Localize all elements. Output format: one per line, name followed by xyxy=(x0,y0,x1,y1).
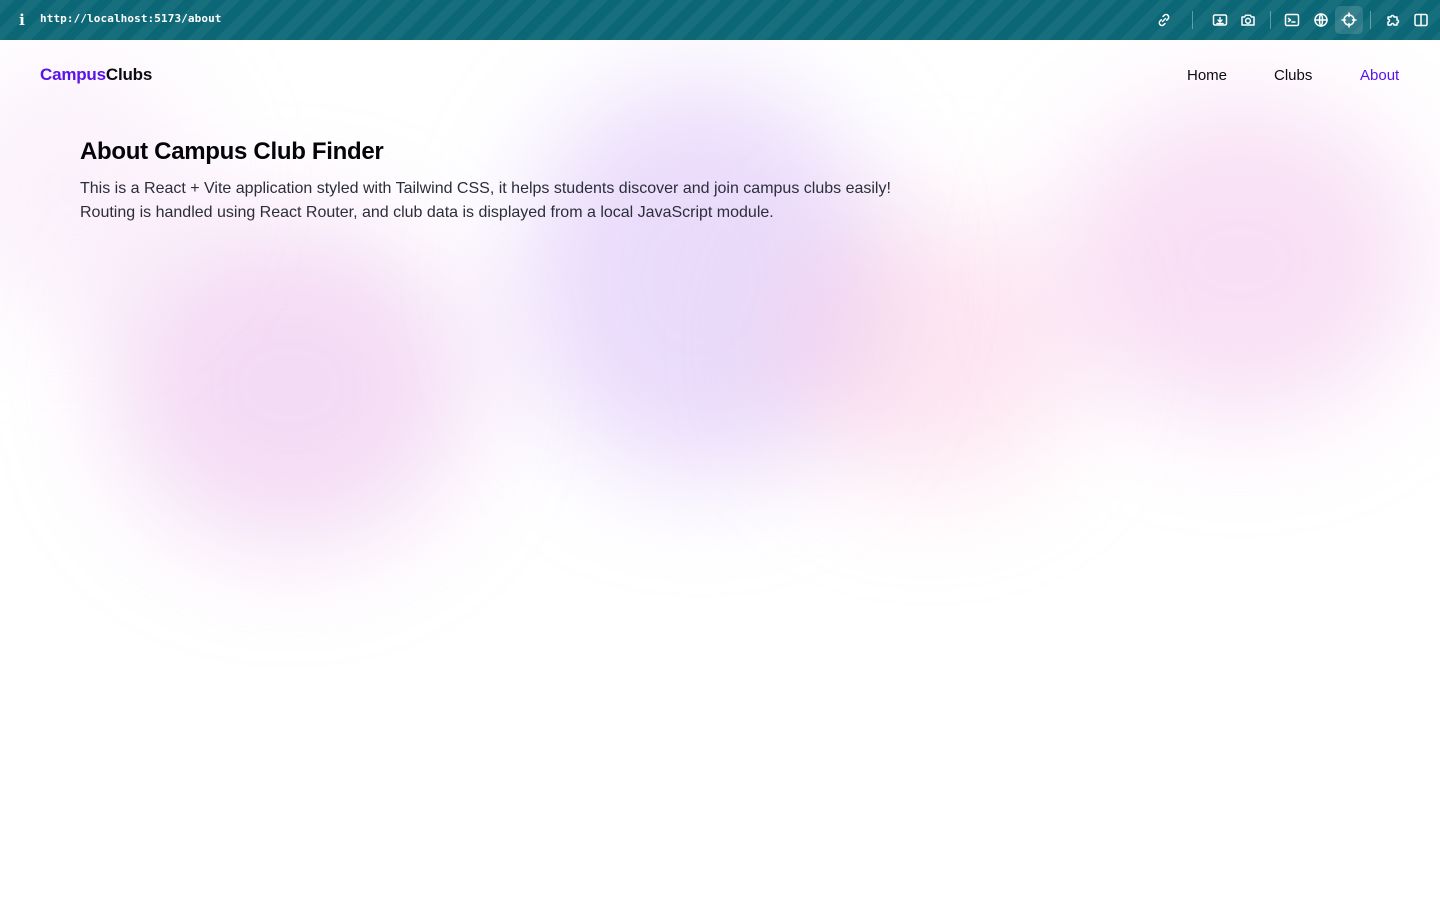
description-line-1: This is a React + Vite application style… xyxy=(80,180,891,197)
page-title: About Campus Club Finder xyxy=(80,138,384,165)
background-glow xyxy=(110,220,470,550)
site-logo[interactable]: CampusClubs xyxy=(40,65,152,85)
page: CampusClubs Home Clubs About About Campu… xyxy=(0,40,1440,900)
split-view-icon[interactable] xyxy=(1411,10,1431,30)
logo-campus: Campus xyxy=(40,65,106,84)
crosshair-icon[interactable] xyxy=(1339,10,1359,30)
browser-toolbar: i http://localhost:5173/about xyxy=(0,0,1440,40)
extension-icon[interactable] xyxy=(1383,10,1403,30)
background-glow xyxy=(780,210,1080,490)
about-description: This is a React + Vite application style… xyxy=(80,177,960,225)
link-icon[interactable] xyxy=(1154,10,1174,30)
nav-link-about[interactable]: About xyxy=(1360,67,1399,84)
toolbar-divider xyxy=(1192,11,1193,29)
info-icon[interactable]: i xyxy=(14,10,30,30)
terminal-icon[interactable] xyxy=(1282,10,1302,30)
description-line-2: Routing is handled using React Router, a… xyxy=(80,204,774,221)
background-glow xyxy=(1060,100,1420,420)
logo-clubs: Clubs xyxy=(105,65,153,84)
download-icon[interactable] xyxy=(1210,10,1230,30)
nav-link-clubs[interactable]: Clubs xyxy=(1274,67,1312,84)
toolbar-divider xyxy=(1370,11,1371,29)
camera-icon[interactable] xyxy=(1238,10,1258,30)
toolbar-divider xyxy=(1270,11,1271,29)
globe-icon[interactable] xyxy=(1311,10,1331,30)
address-bar[interactable]: http://localhost:5173/about xyxy=(40,12,222,25)
nav-link-home[interactable]: Home xyxy=(1187,67,1227,84)
